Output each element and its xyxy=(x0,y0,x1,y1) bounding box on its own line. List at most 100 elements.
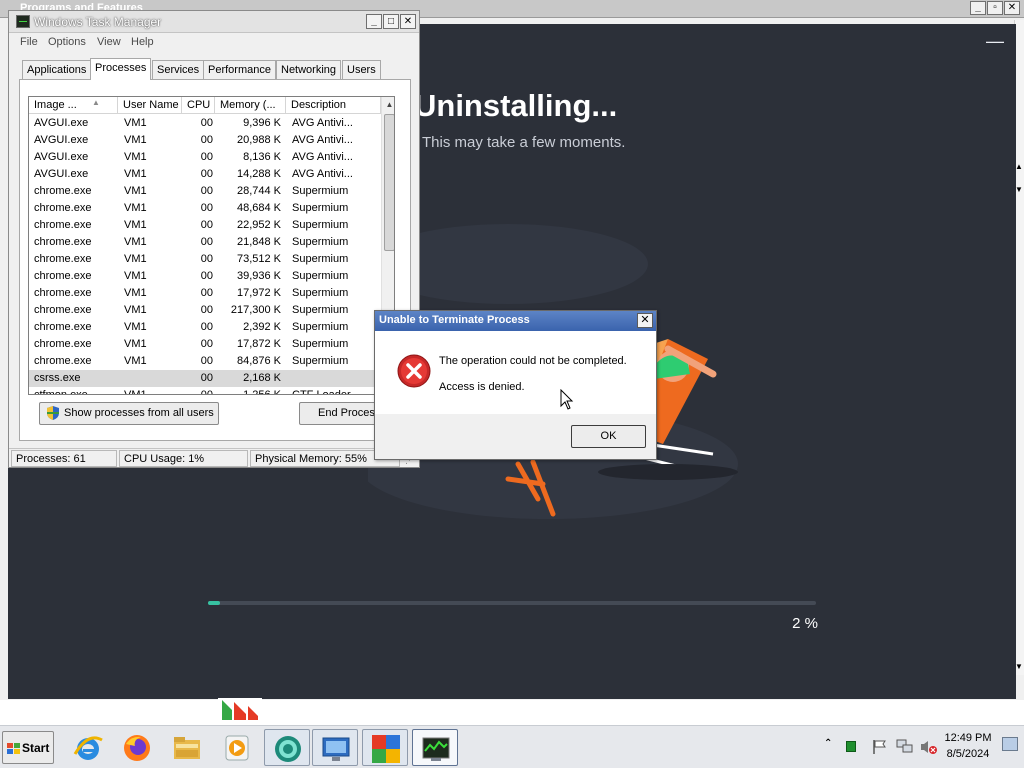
task-manager-title: Windows Task Manager xyxy=(34,15,162,29)
show-all-processes-button[interactable]: Show processes from all users xyxy=(39,402,219,425)
process-image-name: chrome.exe xyxy=(34,355,92,367)
tm-minimize-button[interactable]: _ xyxy=(366,14,382,29)
process-row[interactable]: csrss.exe 00 2,168 K xyxy=(29,370,381,387)
tab-processes[interactable]: Processes xyxy=(90,58,152,80)
process-cpu: 00 xyxy=(200,389,213,395)
start-button[interactable]: Start xyxy=(2,731,54,764)
process-row[interactable]: chrome.exe VM1 00 217,300 K Supermium xyxy=(29,302,381,319)
process-memory: 1,256 K xyxy=(243,389,281,395)
scroll-up-icon[interactable]: ▲ xyxy=(382,97,394,112)
process-user-name: VM1 xyxy=(124,117,147,129)
process-image-name: chrome.exe xyxy=(34,253,92,265)
menu-options[interactable]: Options xyxy=(48,36,86,48)
process-description: Supermium xyxy=(292,338,349,350)
process-description: Supermium xyxy=(292,321,349,333)
tab-services[interactable]: Services xyxy=(152,60,205,79)
task-manager-app-icon xyxy=(16,15,30,28)
network-icon[interactable] xyxy=(896,739,914,755)
dialog-close-button[interactable]: ✕ xyxy=(637,313,653,328)
uninstall-progress-percent: 2 % xyxy=(792,615,818,632)
process-row[interactable]: chrome.exe VM1 00 17,872 K Supermium xyxy=(29,336,381,353)
menu-view[interactable]: View xyxy=(97,36,121,48)
process-cpu: 00 xyxy=(200,321,213,333)
uninstall-progress-fill xyxy=(208,601,221,605)
process-image-name: chrome.exe xyxy=(34,287,92,299)
task-manager-titlebar[interactable]: Windows Task Manager _ □ ✕ xyxy=(9,11,419,33)
process-image-name: chrome.exe xyxy=(34,185,92,197)
process-row[interactable]: chrome.exe VM1 00 21,848 K Supermium xyxy=(29,234,381,251)
process-row[interactable]: chrome.exe VM1 00 17,972 K Supermium xyxy=(29,285,381,302)
volume-muted-icon[interactable] xyxy=(920,739,938,755)
process-description: Supermium xyxy=(292,202,349,214)
green-status-icon[interactable] xyxy=(846,741,856,752)
process-memory: 28,744 K xyxy=(236,185,281,197)
process-user-name: VM1 xyxy=(124,185,147,197)
process-memory: 9,396 K xyxy=(243,117,281,129)
tab-performance[interactable]: Performance xyxy=(203,60,276,79)
taskbar-task-manager[interactable] xyxy=(412,729,458,766)
column-cpu[interactable]: CPU xyxy=(182,97,215,114)
process-image-name: AVGUI.exe xyxy=(34,151,89,163)
process-row[interactable]: AVGUI.exe VM1 00 9,396 K AVG Antivi... xyxy=(29,115,381,132)
column-memory[interactable]: Memory (... xyxy=(215,97,286,114)
process-memory: 17,872 K xyxy=(236,338,281,350)
uninstalling-subtitle: This may take a few moments. xyxy=(422,134,626,151)
taskbar-supermium[interactable] xyxy=(264,729,310,766)
menu-help[interactable]: Help xyxy=(131,36,154,48)
media-player-icon xyxy=(225,735,249,761)
taskbar-media-player[interactable] xyxy=(214,729,260,766)
process-description: AVG Antivi... xyxy=(292,134,353,146)
process-cpu: 00 xyxy=(200,185,213,197)
bg-close-button[interactable]: ✕ xyxy=(1004,1,1020,15)
process-row[interactable]: chrome.exe VM1 00 2,392 K Supermium xyxy=(29,319,381,336)
process-row[interactable]: chrome.exe VM1 00 39,936 K Supermium xyxy=(29,268,381,285)
tab-applications[interactable]: Applications xyxy=(22,60,92,79)
tm-close-button[interactable]: ✕ xyxy=(400,14,416,29)
taskbar-clock-date[interactable]: 8/5/2024 xyxy=(940,748,996,760)
process-row[interactable]: chrome.exe VM1 00 48,684 K Supermium xyxy=(29,200,381,217)
scroll-thumb[interactable] xyxy=(384,114,394,251)
process-image-name: chrome.exe xyxy=(34,236,92,248)
taskbar-internet-explorer[interactable] xyxy=(65,729,111,766)
menu-file[interactable]: File xyxy=(20,36,38,48)
process-row[interactable]: chrome.exe VM1 00 22,952 K Supermium xyxy=(29,217,381,234)
uninstaller-minimize-button[interactable]: — xyxy=(986,32,1004,50)
process-user-name: VM1 xyxy=(124,202,147,214)
bg-maximize-button[interactable]: ▫ xyxy=(987,1,1003,15)
process-row[interactable]: AVGUI.exe VM1 00 14,288 K AVG Antivi... xyxy=(29,166,381,183)
dialog-titlebar[interactable]: Unable to Terminate Process ✕ xyxy=(375,311,656,331)
tm-maximize-button[interactable]: □ xyxy=(383,14,399,29)
process-row[interactable]: chrome.exe VM1 00 28,744 K Supermium xyxy=(29,183,381,200)
taskbar-file-explorer[interactable] xyxy=(164,729,210,766)
dialog-ok-button[interactable]: OK xyxy=(571,425,646,448)
dialog-body: The operation could not be completed. Ac… xyxy=(375,331,656,414)
taskbar-clock-time[interactable]: 12:49 PM xyxy=(940,732,996,744)
process-list[interactable]: Image ... ▲ User Name CPU Memory (... Des… xyxy=(28,96,395,395)
taskbar-remote-desktop[interactable] xyxy=(312,729,358,766)
process-memory: 14,288 K xyxy=(236,168,281,180)
show-desktop-button[interactable] xyxy=(1002,737,1018,751)
process-description: AVG Antivi... xyxy=(292,151,353,163)
internet-explorer-icon xyxy=(73,736,103,760)
tab-networking[interactable]: Networking xyxy=(276,60,342,79)
process-row[interactable]: AVGUI.exe VM1 00 8,136 K AVG Antivi... xyxy=(29,149,381,166)
column-user-name[interactable]: User Name xyxy=(118,97,182,114)
process-cpu: 00 xyxy=(200,253,213,265)
process-row[interactable]: chrome.exe VM1 00 73,512 K Supermium xyxy=(29,251,381,268)
column-description[interactable]: Description xyxy=(286,97,381,114)
column-image-name[interactable]: Image ... ▲ xyxy=(29,97,118,114)
process-row[interactable]: AVGUI.exe VM1 00 20,988 K AVG Antivi... xyxy=(29,132,381,149)
process-row[interactable]: chrome.exe VM1 00 84,876 K Supermium xyxy=(29,353,381,370)
process-rows: AVGUI.exe VM1 00 9,396 K AVG Antivi... AVGUI.… xyxy=(29,115,381,395)
bg-minimize-button[interactable]: _ xyxy=(970,1,986,15)
process-row[interactable]: ctfmon.exe VM1 00 1,256 K CTF Loader xyxy=(29,387,381,395)
action-center-flag-icon[interactable] xyxy=(872,739,888,755)
show-hidden-icons-chevron[interactable]: ⌃ xyxy=(824,738,832,749)
taskbar-firefox[interactable] xyxy=(114,729,160,766)
tab-users[interactable]: Users xyxy=(342,60,381,79)
taskbar-avg[interactable] xyxy=(362,729,408,766)
process-cpu: 00 xyxy=(200,117,213,129)
process-cpu: 00 xyxy=(200,236,213,248)
process-description: Supermium xyxy=(292,287,349,299)
windows-logo-icon xyxy=(7,743,20,754)
